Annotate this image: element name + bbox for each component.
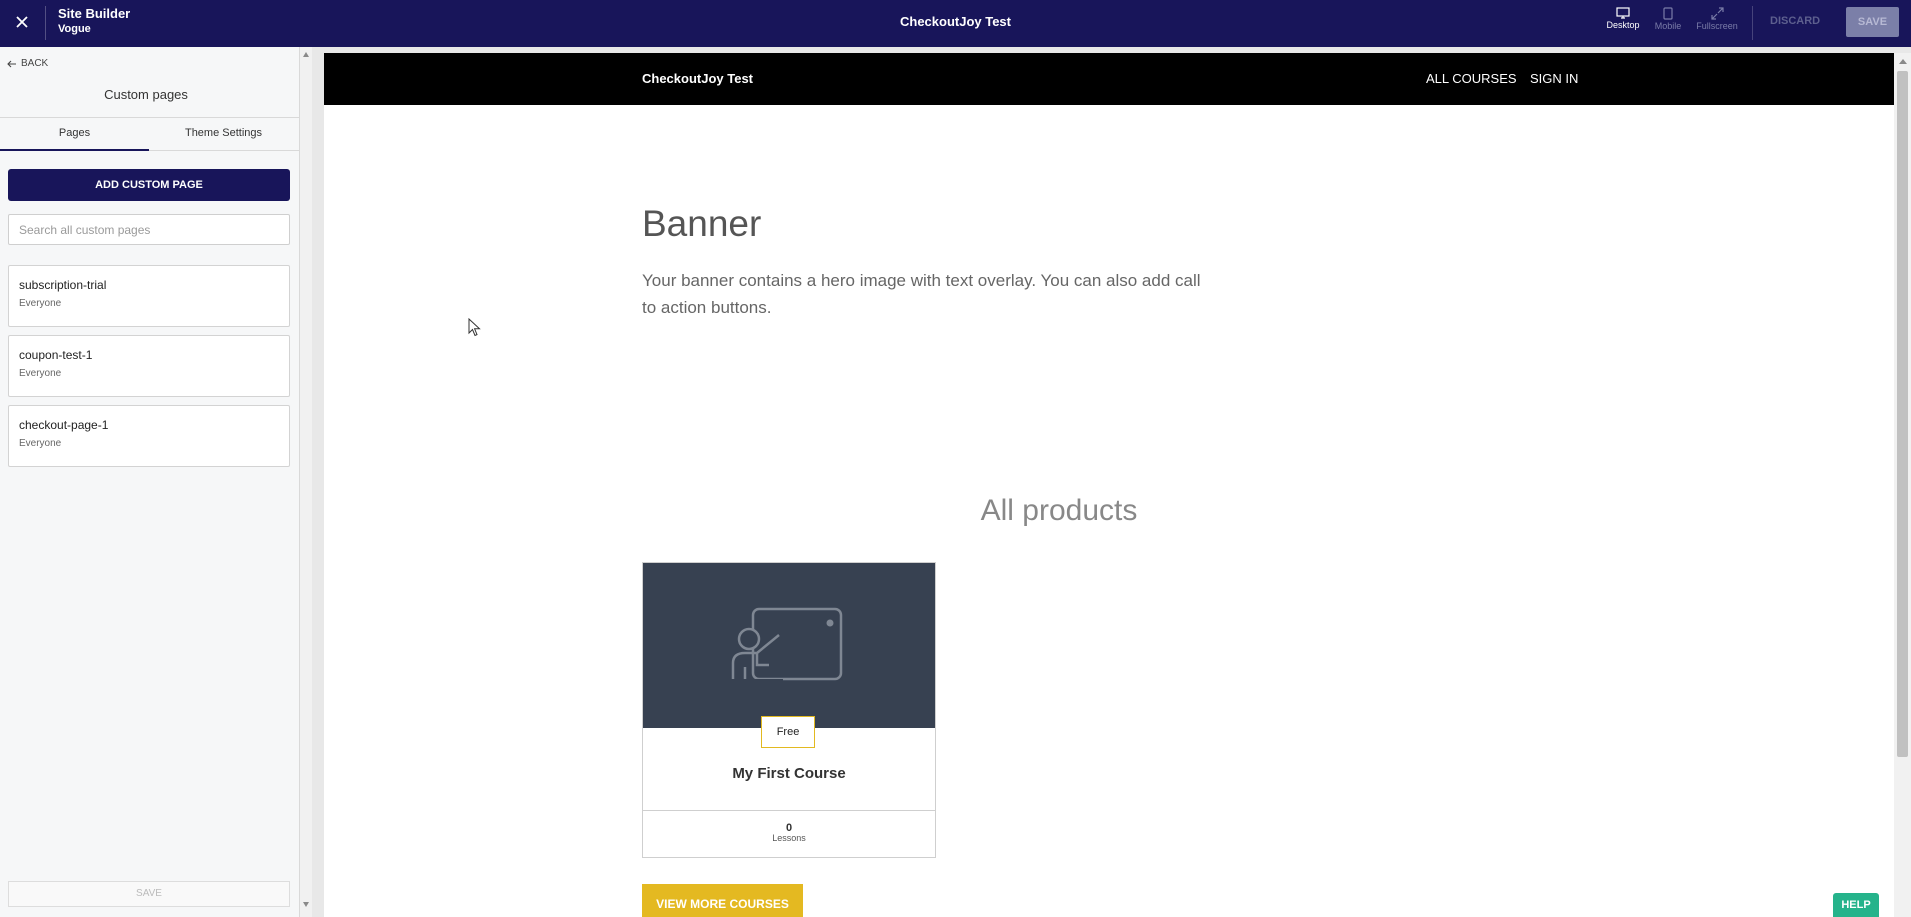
page-name: checkout-page-1 [19, 418, 109, 432]
page-audience: Everyone [19, 298, 62, 309]
lessons-label: Lessons [772, 833, 806, 843]
divider [1752, 6, 1753, 40]
page-audience: Everyone [19, 438, 62, 449]
desktop-view-button[interactable]: Desktop [1601, 7, 1645, 30]
top-bar: Site Builder Vogue CheckoutJoy Test Desk… [0, 0, 1911, 47]
save-button[interactable]: SAVE [1846, 7, 1899, 37]
back-label: BACK [21, 58, 49, 69]
desktop-view-label: Desktop [1606, 20, 1640, 30]
desktop-icon [1616, 7, 1630, 19]
banner-heading: Banner [642, 203, 762, 244]
discard-button[interactable]: DISCARD [1770, 15, 1820, 27]
course-image [643, 563, 935, 728]
mouse-cursor-icon [468, 318, 481, 337]
page-audience: Everyone [19, 368, 62, 379]
price-badge: Free [761, 716, 815, 748]
custom-page-item[interactable]: checkout-page-1 Everyone [8, 405, 290, 467]
mobile-view-button[interactable]: Mobile [1646, 7, 1690, 31]
mobile-view-label: Mobile [1654, 21, 1682, 31]
custom-page-item[interactable]: subscription-trial Everyone [8, 265, 290, 327]
sidebar-title: Custom pages [104, 87, 188, 102]
scroll-down-icon[interactable] [303, 902, 309, 907]
nav-link-all-courses[interactable]: ALL COURSES [1426, 71, 1517, 86]
sidebar: BACK Custom pages Pages Theme Settings A… [0, 47, 300, 917]
site-brand[interactable]: CheckoutJoy Test [642, 71, 753, 86]
custom-page-item[interactable]: coupon-test-1 Everyone [8, 335, 290, 397]
scrollbar-thumb[interactable] [1897, 71, 1908, 757]
divider [643, 810, 935, 811]
course-card[interactable]: Free My First Course 0 Lessons [642, 562, 936, 858]
nav-link-sign-in[interactable]: SIGN IN [1530, 71, 1578, 86]
presentation-icon [729, 607, 843, 683]
help-button[interactable]: HELP [1833, 893, 1879, 917]
fullscreen-view-label: Fullscreen [1696, 21, 1738, 31]
page-name: subscription-trial [19, 278, 107, 292]
fullscreen-view-button[interactable]: Fullscreen [1695, 7, 1739, 31]
site-preview: CheckoutJoy Test ALL COURSES SIGN IN Ban… [324, 53, 1894, 917]
sidebar-tabs: Pages Theme Settings [0, 117, 300, 151]
page-name: coupon-test-1 [19, 348, 93, 362]
sidebar-save-button[interactable]: SAVE [8, 881, 290, 907]
site-navbar: CheckoutJoy Test ALL COURSES SIGN IN [324, 53, 1894, 105]
search-input[interactable] [8, 214, 290, 245]
course-title: My First Course [732, 765, 846, 782]
tab-theme-settings[interactable]: Theme Settings [149, 118, 298, 151]
back-button[interactable]: BACK [7, 58, 48, 69]
arrow-left-icon [7, 60, 16, 67]
mobile-icon [1663, 7, 1673, 20]
scroll-up-icon[interactable] [303, 52, 309, 57]
tab-pages[interactable]: Pages [0, 118, 149, 151]
view-more-courses-button[interactable]: VIEW MORE COURSES [642, 884, 803, 917]
banner-text: Your banner contains a hero image with t… [642, 271, 1201, 317]
scroll-up-icon[interactable] [1899, 59, 1907, 64]
products-heading: All products [980, 494, 1138, 527]
add-custom-page-button[interactable]: ADD CUSTOM PAGE [8, 169, 290, 201]
fullscreen-icon [1710, 7, 1724, 20]
sidebar-scrollbar[interactable] [300, 47, 312, 917]
preview-scrollbar[interactable] [1894, 53, 1911, 917]
